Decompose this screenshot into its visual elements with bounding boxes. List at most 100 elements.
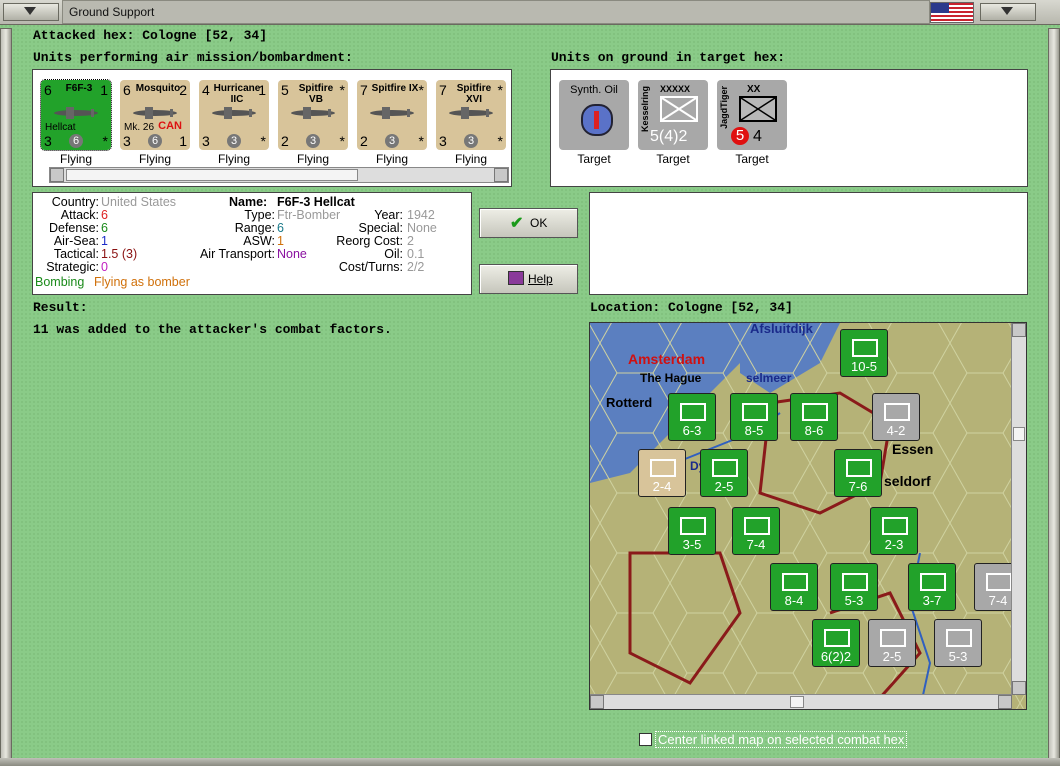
ground-units-panel: Synth. Oil Target Kesselring XXXXX 5(4)2…	[550, 69, 1028, 187]
unit-range-value: *	[339, 82, 345, 98]
air-unit-card[interactable]: 4 1 Hurricane IIC 3 3 *	[199, 80, 269, 150]
center-map-checkbox[interactable]	[639, 733, 652, 746]
scroll-down-button[interactable]	[1012, 681, 1026, 695]
minimize-button[interactable]	[980, 3, 1036, 21]
scroll-left-button[interactable]	[590, 695, 604, 709]
name-value: F6F-3 Hellcat	[277, 195, 355, 209]
tactical-value: 1.5 (3)	[101, 247, 138, 261]
map-unit-counter[interactable]: 2-4	[638, 449, 686, 497]
center-map-checkbox-label[interactable]: Center linked map on selected combat hex	[655, 731, 908, 748]
flying-bomber-label: Flying as bomber	[94, 275, 190, 289]
air-transport-value: None	[277, 247, 307, 261]
map-unit-counter[interactable]: 4-2	[872, 393, 920, 441]
infantry-icon	[986, 573, 1012, 591]
map-unit-counter[interactable]: 2-3	[870, 507, 918, 555]
unit-red-value: 5	[731, 127, 749, 145]
unit-value: 5(4)2	[650, 128, 688, 145]
range-value: 6	[277, 221, 284, 235]
plane-icon	[291, 107, 335, 119]
linked-map[interactable]: Afsluitdijk Amsterdam The Hague Rotterd …	[589, 322, 1027, 710]
counter-value: 5-3	[844, 593, 864, 608]
scroll-thumb[interactable]	[790, 696, 804, 708]
unit-name: Mosquito	[135, 83, 181, 94]
attack-value: 6	[101, 208, 108, 222]
map-unit-counter[interactable]: 7-6	[834, 449, 882, 497]
map-unit-counter[interactable]: 8-5	[730, 393, 778, 441]
ok-button[interactable]: ✔ OK	[479, 208, 578, 238]
plane-icon	[370, 107, 414, 119]
map-unit-counter[interactable]: 3-5	[668, 507, 716, 555]
infantry-icon	[852, 339, 878, 357]
ground-unit-name: Synth. Oil	[570, 84, 618, 96]
unit-name: Spitfire VB	[298, 83, 334, 105]
reorg-value: 2	[407, 234, 414, 248]
combat-info-panel	[589, 192, 1028, 295]
ground-unit-card[interactable]: Synth. Oil	[559, 80, 629, 150]
map-unit-counter[interactable]: 2-5	[700, 449, 748, 497]
map-unit-counter[interactable]: 2-5	[868, 619, 916, 667]
unit-defense-value: 3	[202, 133, 210, 149]
air-unit-card[interactable]: 5 * Spitfire VB 2 3 *	[278, 80, 348, 150]
year-label: Year:	[374, 208, 403, 222]
unit-value: 4	[753, 128, 762, 145]
scroll-thumb[interactable]	[66, 169, 358, 181]
map-vertical-scrollbar[interactable]	[1011, 323, 1026, 695]
help-button-label: Help	[528, 272, 553, 286]
unit-defense-value: 3	[44, 133, 52, 149]
infantry-icon	[884, 403, 910, 421]
map-unit-counter[interactable]: 7-4	[732, 507, 780, 555]
unit-tactical-value: 3	[227, 134, 241, 148]
scroll-right-button[interactable]	[998, 695, 1012, 709]
country-label: Country:	[51, 195, 99, 209]
air-unit-card[interactable]: 6 1 F6F-3 Hellcat 3 6 *	[40, 79, 112, 151]
left-frame-rail	[0, 28, 12, 760]
air-unit-status: Flying	[296, 152, 329, 166]
tactical-label: Tactical:	[53, 247, 99, 261]
air-unit-status: Flying	[138, 152, 171, 166]
right-frame-rail	[1048, 28, 1060, 760]
ground-unit-card[interactable]: JagdTiger XX 5 4	[717, 80, 787, 150]
counter-value: 6(2)2	[820, 649, 852, 664]
map-unit-counter[interactable]: 5-3	[934, 619, 982, 667]
map-unit-counter[interactable]: 6-3	[668, 393, 716, 441]
scroll-right-button[interactable]	[494, 168, 508, 182]
infantry-icon	[680, 403, 706, 421]
infantry-icon	[660, 96, 698, 122]
map-unit-counter[interactable]: 6(2)2	[812, 619, 860, 667]
checkmark-icon: ✔	[510, 215, 524, 232]
map-unit-counter[interactable]: 8-4	[770, 563, 818, 611]
unit-subname: Hellcat	[45, 122, 76, 133]
map-horizontal-scrollbar[interactable]	[590, 694, 1012, 709]
unit-name: Spitfire XVI	[456, 83, 492, 105]
help-button[interactable]: Help	[479, 264, 578, 294]
system-menu-button[interactable]	[3, 3, 59, 21]
map-unit-counter[interactable]: 10-5	[840, 329, 888, 377]
asw-value: 1	[277, 234, 284, 248]
counter-value: 5-3	[948, 649, 968, 664]
range-label: Range:	[234, 221, 275, 235]
scroll-thumb[interactable]	[1013, 427, 1025, 441]
infantry-icon	[802, 403, 828, 421]
unit-size: XX	[747, 84, 761, 95]
location-label: Location: Cologne [52, 34]	[590, 300, 793, 315]
map-unit-counter[interactable]: 5-3	[830, 563, 878, 611]
air-unit-status: Flying	[217, 152, 250, 166]
oil-value: 0.1	[407, 247, 425, 261]
counter-value: 2-3	[884, 537, 904, 552]
air-units-scrollbar[interactable]	[49, 167, 509, 183]
unit-defense-value: 2	[281, 133, 289, 149]
scroll-left-button[interactable]	[50, 168, 64, 182]
map-unit-counter[interactable]: 8-6	[790, 393, 838, 441]
map-unit-counter[interactable]: 3-7	[908, 563, 956, 611]
ground-unit-card[interactable]: Kesselring XXXXX 5(4)2	[638, 80, 708, 150]
result-label: Result:	[33, 300, 88, 315]
infantry-icon	[712, 459, 738, 477]
scroll-up-button[interactable]	[1012, 323, 1026, 337]
unit-special-value: *	[497, 133, 503, 149]
attack-label: Attack:	[60, 208, 99, 222]
air-unit-card[interactable]: 6 2 Mosquito Mk. 26 CAN 3 6 1	[120, 80, 190, 150]
infantry-icon	[782, 573, 808, 591]
air-unit-card[interactable]: 7 * Spitfire IX 2 3 *	[357, 80, 427, 150]
counter-value: 8-5	[744, 423, 764, 438]
air-unit-card[interactable]: 7 * Spitfire XVI 3 3 *	[436, 80, 506, 150]
